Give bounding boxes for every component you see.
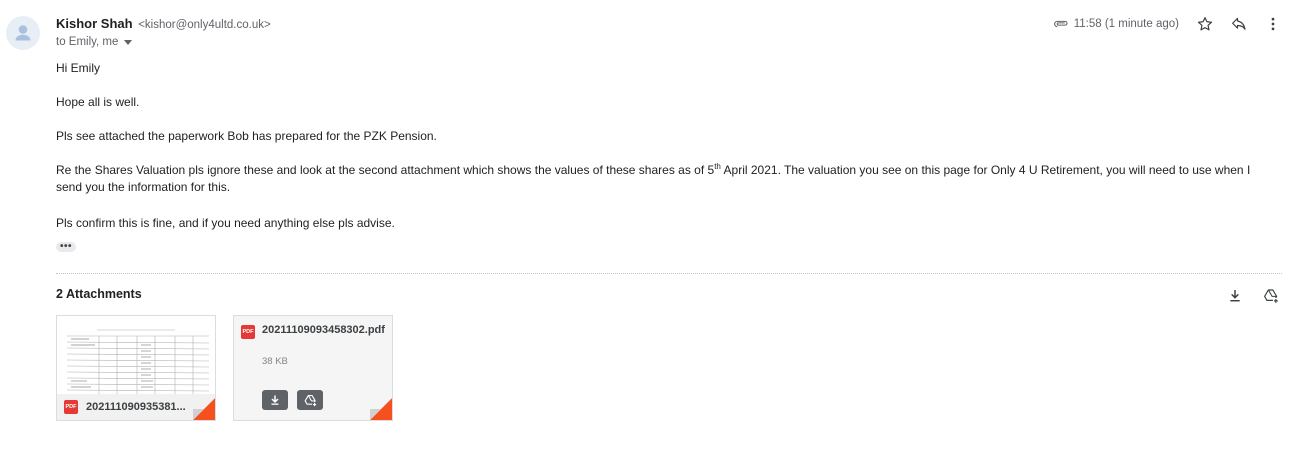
message-header-actions: 11:58 (1 minute ago) bbox=[1052, 12, 1291, 36]
attachment-filename: 202111090935381... bbox=[86, 401, 186, 413]
body-line-2: Pls see attached the paperwork Bob has p… bbox=[56, 129, 437, 143]
recipients-text: to Emily, me bbox=[56, 36, 119, 48]
chevron-down-icon[interactable] bbox=[124, 40, 133, 45]
add-to-drive-icon bbox=[304, 394, 317, 407]
attachment-thumbnail[interactable] bbox=[57, 316, 215, 394]
body-line-1: Hope all is well. bbox=[56, 95, 140, 109]
add-to-drive-button[interactable] bbox=[297, 390, 323, 410]
body-line-4: Pls confirm this is fine, and if you nee… bbox=[56, 216, 395, 230]
reply-icon bbox=[1232, 17, 1246, 30]
download-all-button[interactable] bbox=[1223, 284, 1247, 308]
attachment-filename: 20211109093458302.pdf bbox=[262, 324, 385, 336]
attachment-size: 38 KB bbox=[262, 356, 288, 367]
message-time: 11:58 (1 minute ago) bbox=[1073, 18, 1179, 30]
add-to-drive-icon bbox=[1264, 289, 1279, 304]
download-icon bbox=[271, 395, 279, 405]
body-line-3-superscript: th bbox=[714, 162, 721, 171]
recipients-line[interactable]: to Emily, me bbox=[56, 35, 133, 50]
pdf-icon: PDF bbox=[64, 400, 78, 414]
reply-button[interactable] bbox=[1227, 12, 1251, 36]
sender-email: <kishor@only4ultd.co.uk> bbox=[138, 19, 271, 31]
document-preview-image bbox=[57, 316, 215, 394]
page-corner-fold-icon bbox=[370, 398, 392, 420]
star-icon bbox=[1197, 17, 1213, 31]
attachment-footer: PDF 202111090935381... bbox=[57, 394, 215, 420]
attachment-card[interactable]: PDF 20211109093458302.pdf 38 KB bbox=[233, 315, 393, 421]
star-button[interactable] bbox=[1193, 12, 1217, 36]
paperclip-icon bbox=[1053, 20, 1068, 28]
download-attachment-button[interactable] bbox=[262, 390, 288, 410]
more-options-button[interactable] bbox=[1261, 12, 1285, 36]
add-all-to-drive-button[interactable] bbox=[1259, 284, 1283, 308]
attachments-title: 2 Attachments bbox=[56, 287, 142, 301]
person-avatar-icon bbox=[15, 25, 31, 41]
pdf-icon: PDF bbox=[241, 325, 255, 339]
sender-name[interactable]: Kishor Shah bbox=[56, 16, 133, 31]
download-icon bbox=[1230, 290, 1240, 302]
sender-avatar[interactable] bbox=[6, 16, 40, 50]
attachment-card[interactable]: PDF 202111090935381... bbox=[56, 315, 216, 421]
body-line-3: Re the Shares Valuation pls ignore these… bbox=[56, 162, 1278, 196]
body-greeting: Hi Emily bbox=[56, 61, 100, 75]
email-message: Kishor Shah <kishor@only4ultd.co.uk> to … bbox=[0, 0, 1291, 459]
sender-line: Kishor Shah <kishor@only4ultd.co.uk> bbox=[56, 16, 271, 33]
attachments-actions bbox=[1211, 284, 1283, 308]
attachments-divider bbox=[56, 273, 1282, 274]
body-line-3-part-1: Re the Shares Valuation pls ignore these… bbox=[56, 163, 715, 177]
page-corner-fold-icon bbox=[193, 398, 215, 420]
show-trimmed-content-button[interactable]: ••• bbox=[56, 242, 76, 252]
more-vert-icon bbox=[1271, 17, 1275, 31]
